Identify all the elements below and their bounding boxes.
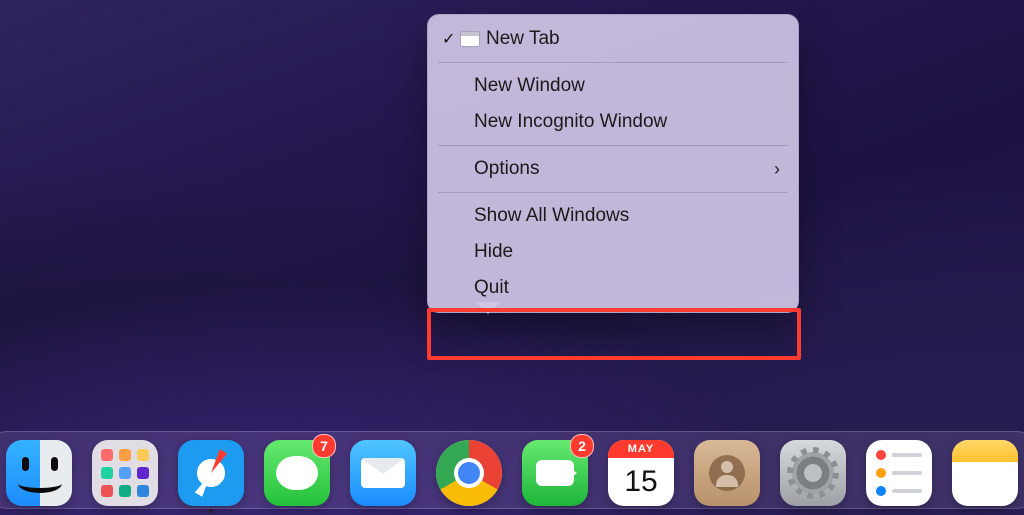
menu-label: Quit (474, 277, 509, 299)
menu-label: New Tab (486, 28, 560, 50)
menu-label: Show All Windows (474, 205, 629, 227)
menu-item-show-all-windows[interactable]: Show All Windows (428, 198, 798, 234)
menu-separator (438, 62, 788, 63)
menu-separator (438, 145, 788, 146)
calendar-month: MAY (608, 440, 674, 458)
launchpad-tile-icon (137, 449, 149, 461)
gear-icon (792, 452, 834, 494)
menu-item-new-incognito[interactable]: New Incognito Window (428, 104, 798, 140)
dock-app-settings[interactable] (780, 440, 846, 506)
menu-separator (438, 192, 788, 193)
dock-app-contacts[interactable] (694, 440, 760, 506)
dock-context-menu: ✓ New Tab New Window New Incognito Windo… (427, 14, 799, 313)
menu-item-quit[interactable]: Quit (428, 270, 798, 306)
person-icon (709, 455, 745, 491)
dock-app-calendar[interactable]: MAY 15 (608, 440, 674, 506)
reminder-row-icon (876, 468, 922, 478)
reminder-row-icon (876, 450, 922, 460)
launchpad-tile-icon (119, 485, 131, 497)
dock-app-facetime[interactable]: 2 (522, 440, 588, 506)
notes-header-icon (952, 440, 1018, 462)
launchpad-tile-icon (101, 485, 113, 497)
envelope-icon (361, 458, 405, 488)
chrome-core-icon (458, 462, 480, 484)
chevron-right-icon: › (774, 159, 780, 180)
menu-item-new-tab[interactable]: ✓ New Tab (428, 21, 798, 57)
launchpad-tile-icon (101, 449, 113, 461)
notification-badge: 7 (312, 434, 336, 458)
speech-bubble-icon (276, 456, 318, 490)
menu-label: Hide (474, 241, 513, 263)
menu-label: New Incognito Window (474, 111, 667, 133)
finder-smile-icon (18, 474, 62, 493)
calendar-day: 15 (624, 458, 657, 506)
desktop: ✓ New Tab New Window New Incognito Windo… (0, 0, 1024, 515)
menu-item-options[interactable]: Options › (428, 151, 798, 187)
menu-item-new-window[interactable]: New Window (428, 68, 798, 104)
window-thumbnail-icon (460, 31, 480, 47)
dock-app-chrome[interactable] (436, 440, 502, 506)
dock-app-mail[interactable] (350, 440, 416, 506)
dock-app-notes[interactable] (952, 440, 1018, 506)
launchpad-tile-icon (137, 467, 149, 479)
launchpad-tile-icon (101, 467, 113, 479)
finder-eye-icon (22, 457, 29, 471)
launchpad-tile-icon (137, 485, 149, 497)
running-indicator (209, 509, 213, 513)
dock: 7 2 MAY 15 (0, 431, 1024, 509)
dock-app-launchpad[interactable] (92, 440, 158, 506)
launchpad-tile-icon (119, 449, 131, 461)
menu-label: New Window (474, 75, 585, 97)
dock-app-reminders[interactable] (866, 440, 932, 506)
menu-item-hide[interactable]: Hide (428, 234, 798, 270)
finder-eye-icon (51, 457, 58, 471)
notification-badge: 2 (570, 434, 594, 458)
menu-label: Options (474, 158, 539, 180)
dock-app-safari[interactable] (178, 440, 244, 506)
dock-app-finder[interactable] (6, 440, 72, 506)
launchpad-tile-icon (119, 467, 131, 479)
dock-app-messages[interactable]: 7 (264, 440, 330, 506)
reminder-row-icon (876, 486, 922, 496)
camera-icon (536, 460, 574, 486)
checkmark-icon: ✓ (442, 29, 455, 49)
